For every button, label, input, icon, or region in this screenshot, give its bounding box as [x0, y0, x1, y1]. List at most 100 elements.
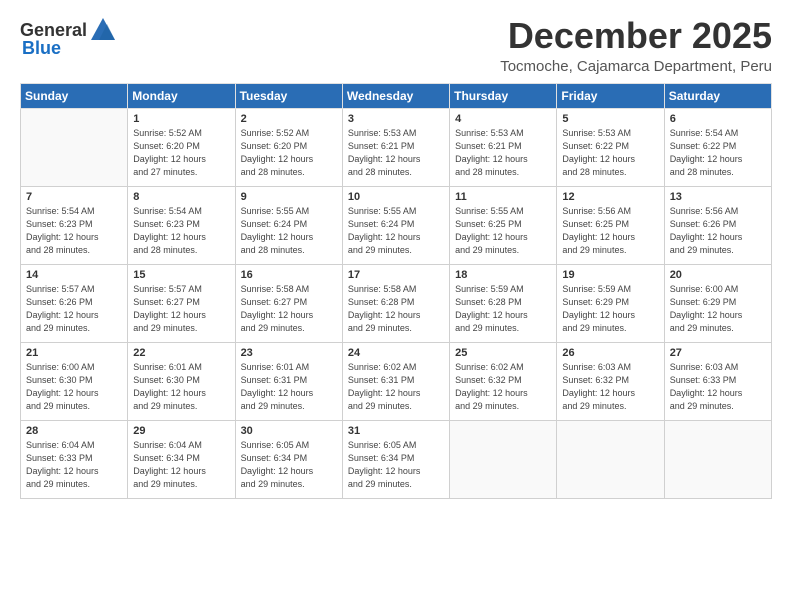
- calendar-cell: 7Sunrise: 5:54 AM Sunset: 6:23 PM Daylig…: [21, 186, 128, 264]
- day-info: Sunrise: 5:54 AM Sunset: 6:22 PM Dayligh…: [670, 127, 766, 179]
- day-number: 13: [670, 191, 766, 203]
- calendar-cell: 19Sunrise: 5:59 AM Sunset: 6:29 PM Dayli…: [557, 264, 664, 342]
- calendar-cell: 1 Sunrise: 5:52 AM Sunset: 6:20 PM Daylig…: [128, 108, 235, 186]
- day-number: 29: [133, 425, 229, 437]
- day-number: 12: [562, 191, 658, 203]
- calendar-week-0: 1 Sunrise: 5:52 AM Sunset: 6:20 PM Daylig…: [21, 108, 772, 186]
- day-number: 2: [241, 113, 337, 125]
- calendar-cell: 30 Sunrise: 6:05 AM Sunset: 6:34 PM Dayli…: [235, 420, 342, 498]
- day-info: Sunrise: 5:56 AM Sunset: 6:26 PM Dayligh…: [670, 205, 766, 257]
- calendar-cell: 20 Sunrise: 6:00 AM Sunset: 6:29 PM Dayli…: [664, 264, 771, 342]
- day-info: Sunrise: 6:01 AM Sunset: 6:31 PM Dayligh…: [241, 361, 337, 413]
- day-number: 19: [562, 269, 658, 281]
- day-number: 21: [26, 347, 122, 359]
- calendar-cell: [450, 420, 557, 498]
- calendar-cell: 5 Sunrise: 5:53 AM Sunset: 6:22 PM Daylig…: [557, 108, 664, 186]
- calendar-cell: 16 Sunrise: 5:58 AM Sunset: 6:27 PM Dayli…: [235, 264, 342, 342]
- calendar-cell: 29 Sunrise: 6:04 AM Sunset: 6:34 PM Dayli…: [128, 420, 235, 498]
- calendar-cell: 13 Sunrise: 5:56 AM Sunset: 6:26 PM Dayli…: [664, 186, 771, 264]
- calendar-cell: 27Sunrise: 6:03 AM Sunset: 6:33 PM Dayli…: [664, 342, 771, 420]
- header-thursday: Thursday: [450, 83, 557, 108]
- calendar-cell: 17 Sunrise: 5:58 AM Sunset: 6:28 PM Dayli…: [342, 264, 449, 342]
- day-info: Sunrise: 5:55 AM Sunset: 6:24 PM Dayligh…: [348, 205, 444, 257]
- day-number: 6: [670, 113, 766, 125]
- day-info: Sunrise: 6:04 AM Sunset: 6:34 PM Dayligh…: [133, 439, 229, 491]
- header-wednesday: Wednesday: [342, 83, 449, 108]
- day-number: 26: [562, 347, 658, 359]
- calendar-cell: 21 Sunrise: 6:00 AM Sunset: 6:30 PM Dayli…: [21, 342, 128, 420]
- day-info: Sunrise: 5:56 AM Sunset: 6:25 PM Dayligh…: [562, 205, 658, 257]
- day-info: Sunrise: 6:02 AM Sunset: 6:32 PM Dayligh…: [455, 361, 551, 413]
- calendar-cell: 8Sunrise: 5:54 AM Sunset: 6:23 PM Daylig…: [128, 186, 235, 264]
- day-info: Sunrise: 5:53 AM Sunset: 6:21 PM Dayligh…: [348, 127, 444, 179]
- day-number: 22: [133, 347, 229, 359]
- day-info: Sunrise: 6:02 AM Sunset: 6:31 PM Dayligh…: [348, 361, 444, 413]
- day-number: 15: [133, 269, 229, 281]
- logo-icon: [89, 16, 117, 44]
- calendar-cell: 14Sunrise: 5:57 AM Sunset: 6:26 PM Dayli…: [21, 264, 128, 342]
- calendar-cell: 3 Sunrise: 5:53 AM Sunset: 6:21 PM Daylig…: [342, 108, 449, 186]
- calendar-cell: 18Sunrise: 5:59 AM Sunset: 6:28 PM Dayli…: [450, 264, 557, 342]
- title-block: December 2025 Tocmoche, Cajamarca Depart…: [500, 16, 772, 75]
- day-number: 14: [26, 269, 122, 281]
- day-number: 4: [455, 113, 551, 125]
- calendar-week-2: 14Sunrise: 5:57 AM Sunset: 6:26 PM Dayli…: [21, 264, 772, 342]
- logo: General Blue: [20, 16, 117, 59]
- day-info: Sunrise: 6:05 AM Sunset: 6:34 PM Dayligh…: [348, 439, 444, 491]
- weekday-header-row: Sunday Monday Tuesday Wednesday Thursday…: [21, 83, 772, 108]
- calendar-cell: 12 Sunrise: 5:56 AM Sunset: 6:25 PM Dayli…: [557, 186, 664, 264]
- calendar-cell: 6 Sunrise: 5:54 AM Sunset: 6:22 PM Daylig…: [664, 108, 771, 186]
- day-info: Sunrise: 5:52 AM Sunset: 6:20 PM Dayligh…: [241, 127, 337, 179]
- calendar-cell: 11Sunrise: 5:55 AM Sunset: 6:25 PM Dayli…: [450, 186, 557, 264]
- calendar-cell: [21, 108, 128, 186]
- day-number: 1: [133, 113, 229, 125]
- header-friday: Friday: [557, 83, 664, 108]
- calendar-week-3: 21 Sunrise: 6:00 AM Sunset: 6:30 PM Dayli…: [21, 342, 772, 420]
- day-info: Sunrise: 5:58 AM Sunset: 6:27 PM Dayligh…: [241, 283, 337, 335]
- day-info: Sunrise: 6:04 AM Sunset: 6:33 PM Dayligh…: [26, 439, 122, 491]
- calendar-cell: 26Sunrise: 6:03 AM Sunset: 6:32 PM Dayli…: [557, 342, 664, 420]
- calendar-cell: [557, 420, 664, 498]
- calendar-cell: 2 Sunrise: 5:52 AM Sunset: 6:20 PM Daylig…: [235, 108, 342, 186]
- day-info: Sunrise: 6:00 AM Sunset: 6:29 PM Dayligh…: [670, 283, 766, 335]
- day-number: 16: [241, 269, 337, 281]
- calendar-table: Sunday Monday Tuesday Wednesday Thursday…: [20, 83, 772, 499]
- day-number: 3: [348, 113, 444, 125]
- day-number: 5: [562, 113, 658, 125]
- calendar-week-4: 28Sunrise: 6:04 AM Sunset: 6:33 PM Dayli…: [21, 420, 772, 498]
- page-container: General Blue December 2025 Tocmoche, Caj…: [0, 0, 792, 509]
- calendar-cell: 9Sunrise: 5:55 AM Sunset: 6:24 PM Daylig…: [235, 186, 342, 264]
- day-number: 10: [348, 191, 444, 203]
- calendar-week-1: 7Sunrise: 5:54 AM Sunset: 6:23 PM Daylig…: [21, 186, 772, 264]
- day-info: Sunrise: 5:58 AM Sunset: 6:28 PM Dayligh…: [348, 283, 444, 335]
- day-number: 8: [133, 191, 229, 203]
- header-row: General Blue December 2025 Tocmoche, Caj…: [20, 16, 772, 75]
- day-number: 24: [348, 347, 444, 359]
- day-info: Sunrise: 6:05 AM Sunset: 6:34 PM Dayligh…: [241, 439, 337, 491]
- day-info: Sunrise: 6:00 AM Sunset: 6:30 PM Dayligh…: [26, 361, 122, 413]
- day-number: 30: [241, 425, 337, 437]
- calendar-cell: 31 Sunrise: 6:05 AM Sunset: 6:34 PM Dayli…: [342, 420, 449, 498]
- calendar-cell: 24 Sunrise: 6:02 AM Sunset: 6:31 PM Dayli…: [342, 342, 449, 420]
- day-info: Sunrise: 5:59 AM Sunset: 6:28 PM Dayligh…: [455, 283, 551, 335]
- day-number: 20: [670, 269, 766, 281]
- calendar-cell: 15Sunrise: 5:57 AM Sunset: 6:27 PM Dayli…: [128, 264, 235, 342]
- header-monday: Monday: [128, 83, 235, 108]
- day-number: 27: [670, 347, 766, 359]
- calendar-cell: [664, 420, 771, 498]
- header-sunday: Sunday: [21, 83, 128, 108]
- day-number: 23: [241, 347, 337, 359]
- calendar-cell: 23 Sunrise: 6:01 AM Sunset: 6:31 PM Dayli…: [235, 342, 342, 420]
- day-number: 31: [348, 425, 444, 437]
- day-info: Sunrise: 5:52 AM Sunset: 6:20 PM Dayligh…: [133, 127, 229, 179]
- day-info: Sunrise: 5:53 AM Sunset: 6:21 PM Dayligh…: [455, 127, 551, 179]
- day-info: Sunrise: 5:53 AM Sunset: 6:22 PM Dayligh…: [562, 127, 658, 179]
- header-saturday: Saturday: [664, 83, 771, 108]
- month-title: December 2025: [500, 16, 772, 56]
- day-info: Sunrise: 6:01 AM Sunset: 6:30 PM Dayligh…: [133, 361, 229, 413]
- day-number: 11: [455, 191, 551, 203]
- calendar-cell: 10 Sunrise: 5:55 AM Sunset: 6:24 PM Dayli…: [342, 186, 449, 264]
- header-tuesday: Tuesday: [235, 83, 342, 108]
- calendar-cell: 4 Sunrise: 5:53 AM Sunset: 6:21 PM Daylig…: [450, 108, 557, 186]
- day-number: 17: [348, 269, 444, 281]
